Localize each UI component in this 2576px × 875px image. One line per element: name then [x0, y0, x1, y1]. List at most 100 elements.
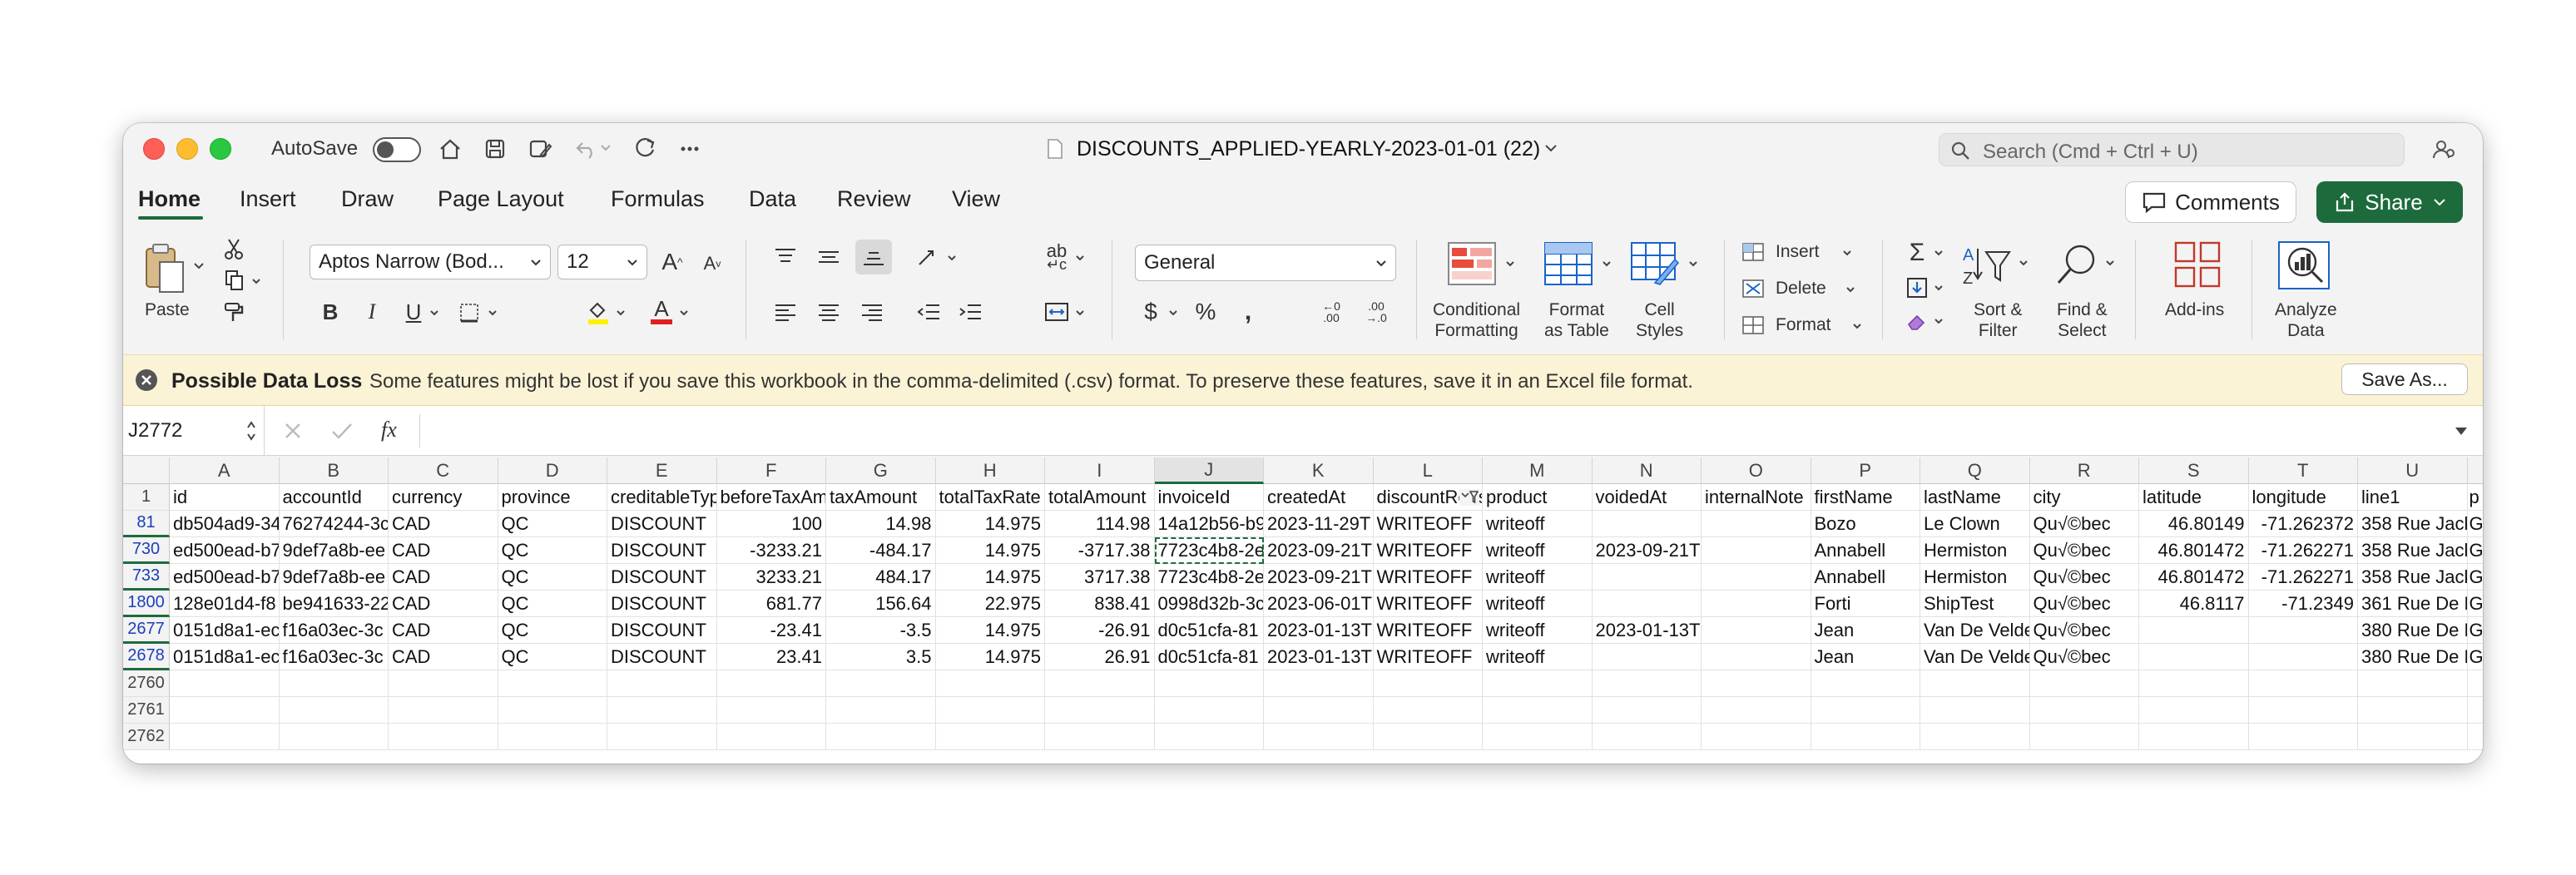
column-header-m[interactable]: M: [1483, 457, 1593, 484]
table-cell[interactable]: [279, 697, 389, 724]
table-cell[interactable]: be941633-22: [279, 591, 389, 617]
header-cell[interactable]: currency: [389, 484, 498, 511]
table-cell[interactable]: CAD: [389, 511, 498, 537]
table-cell[interactable]: [1592, 670, 1702, 697]
header-cell[interactable]: creditableType: [607, 484, 717, 511]
table-cell[interactable]: [2139, 670, 2249, 697]
table-cell[interactable]: 128e01d4-f8: [170, 591, 280, 617]
table-cell[interactable]: [1592, 511, 1702, 537]
insert-cells-icon[interactable]: [1741, 240, 1766, 264]
column-header-i[interactable]: I: [1045, 457, 1155, 484]
table-cell[interactable]: ed500ead-b7: [170, 537, 280, 564]
autosum-icon[interactable]: Σ: [1904, 239, 1930, 266]
table-cell[interactable]: [607, 670, 717, 697]
table-cell[interactable]: -3717.38: [1045, 537, 1155, 564]
table-cell-overflow[interactable]: G: [2467, 591, 2483, 617]
conditional-formatting-icon[interactable]: [1444, 240, 1499, 288]
table-cell[interactable]: ShipTest: [1920, 591, 2030, 617]
column-header-e[interactable]: E: [607, 457, 717, 484]
table-cell[interactable]: [1811, 670, 1920, 697]
table-cell[interactable]: 2023-01-13T14:51:36.3992: [1592, 617, 1702, 644]
table-cell[interactable]: 358 Rue Jack: [2358, 511, 2468, 537]
table-cell[interactable]: 14.98: [826, 511, 936, 537]
increase-decimal-icon[interactable]: ←0.00: [1315, 299, 1348, 324]
tab-home[interactable]: Home: [138, 186, 201, 212]
header-cell[interactable]: beforeTaxAmount: [716, 484, 826, 511]
column-header-g[interactable]: G: [826, 457, 936, 484]
autosave-toggle[interactable]: [373, 137, 421, 162]
table-cell[interactable]: QC: [498, 644, 607, 670]
table-cell[interactable]: 681.77: [716, 591, 826, 617]
column-header-u[interactable]: U: [2358, 457, 2468, 484]
table-cell[interactable]: Qu√©bec: [2029, 564, 2139, 591]
table-cell[interactable]: [2248, 724, 2358, 750]
table-cell[interactable]: [2248, 644, 2358, 670]
save-icon[interactable]: [481, 135, 509, 163]
table-cell[interactable]: 358 Rue Jack: [2358, 537, 2468, 564]
table-cell[interactable]: 3717.38: [1045, 564, 1155, 591]
table-cell[interactable]: 2023-09-21T13:04:15.0822: [1592, 537, 1702, 564]
bold-icon[interactable]: B: [318, 298, 343, 326]
decrease-font-size-icon[interactable]: Av: [697, 251, 727, 276]
table-cell[interactable]: QC: [498, 591, 607, 617]
find-select-chevron-down-icon[interactable]: [2103, 258, 2117, 268]
undo-icon[interactable]: [572, 135, 601, 163]
table-cell[interactable]: Hermiston: [1920, 537, 2030, 564]
table-cell[interactable]: [1920, 670, 2030, 697]
table-cell[interactable]: QC: [498, 564, 607, 591]
add-ins-icon[interactable]: [2172, 240, 2223, 289]
table-cell[interactable]: WRITEOFF: [1373, 511, 1483, 537]
table-cell[interactable]: DISCOUNT: [607, 617, 717, 644]
underline-icon[interactable]: U: [401, 298, 426, 326]
table-cell[interactable]: 0151d8a1-ec: [170, 617, 280, 644]
merge-center-icon[interactable]: [1042, 298, 1072, 326]
format-as-table-chevron-down-icon[interactable]: [1599, 258, 1614, 269]
table-cell[interactable]: [1154, 724, 1264, 750]
table-cell[interactable]: [1702, 670, 1811, 697]
table-cell[interactable]: [607, 697, 717, 724]
table-cell[interactable]: [498, 724, 607, 750]
table-cell[interactable]: Van De Velde: [1920, 644, 2030, 670]
accounting-format-chevron-down-icon[interactable]: [1167, 308, 1180, 318]
column-header-o[interactable]: O: [1702, 457, 1811, 484]
expand-formula-bar-icon[interactable]: [2453, 424, 2469, 438]
table-cell[interactable]: [170, 697, 280, 724]
format-cells-label[interactable]: Format: [1776, 314, 1831, 335]
table-cell[interactable]: 100: [716, 511, 826, 537]
name-box-stepper-icon[interactable]: [245, 416, 258, 446]
table-cell[interactable]: [1920, 724, 2030, 750]
fill-down-icon[interactable]: [1904, 274, 1930, 301]
table-cell[interactable]: DISCOUNT: [607, 644, 717, 670]
table-cell[interactable]: writeoff: [1483, 644, 1593, 670]
table-cell[interactable]: 2023-01-13T: [1264, 644, 1374, 670]
fill-color-chevron-down-icon[interactable]: [614, 308, 627, 318]
font-name-select[interactable]: Aptos Narrow (Bod...: [310, 245, 551, 279]
table-cell[interactable]: Jean: [1811, 644, 1920, 670]
table-cell[interactable]: [935, 697, 1045, 724]
table-cell[interactable]: 484.17: [826, 564, 936, 591]
align-top-icon[interactable]: [770, 243, 800, 271]
table-cell[interactable]: [1592, 644, 1702, 670]
table-cell-overflow[interactable]: G: [2467, 564, 2483, 591]
table-cell[interactable]: 26.91: [1045, 644, 1155, 670]
cut-icon[interactable]: [221, 236, 246, 261]
insert-cells-chevron-down-icon[interactable]: [1840, 248, 1854, 258]
copy-chevron-down-icon[interactable]: [250, 273, 263, 289]
align-center-icon[interactable]: [814, 298, 844, 326]
table-cell[interactable]: [2358, 697, 2468, 724]
table-cell[interactable]: [2358, 724, 2468, 750]
table-cell[interactable]: [716, 697, 826, 724]
table-cell[interactable]: Qu√©bec: [2029, 511, 2139, 537]
table-cell[interactable]: 9def7a8b-ee: [279, 564, 389, 591]
header-cell[interactable]: city: [2029, 484, 2139, 511]
decrease-decimal-icon[interactable]: .00 →.0: [1360, 299, 1393, 324]
table-cell[interactable]: [1373, 724, 1483, 750]
name-box[interactable]: J2772: [123, 406, 265, 456]
column-header-h[interactable]: H: [935, 457, 1045, 484]
header-cell[interactable]: accountId: [279, 484, 389, 511]
table-cell[interactable]: [1483, 670, 1593, 697]
table-cell[interactable]: 46.801472: [2139, 564, 2249, 591]
table-cell[interactable]: 2023-06-01T: [1264, 591, 1374, 617]
tab-review[interactable]: Review: [837, 186, 911, 212]
merge-center-chevron-down-icon[interactable]: [1073, 308, 1087, 318]
